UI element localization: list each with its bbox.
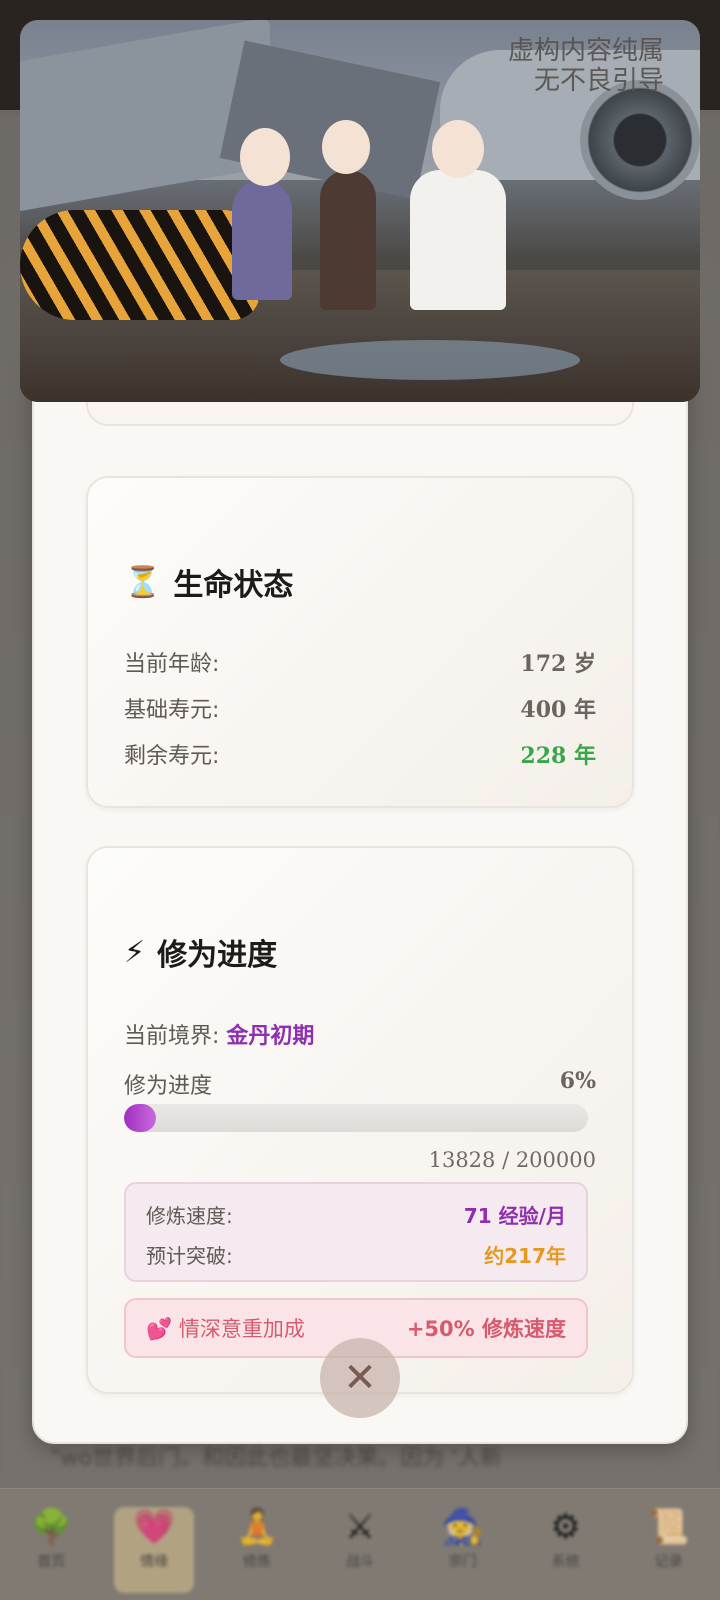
speed-label: 修炼速度:: [146, 1204, 233, 1228]
cultivation-card: ⚡ 修为进度 当前境界: 金丹初期 修为进度 6% 13828 / 200000…: [86, 846, 634, 1394]
bonus-label: 情深意重加成: [178, 1317, 305, 1341]
progress-header: 修为进度 6%: [124, 1068, 596, 1100]
cultivation-title: ⚡ 修为进度: [124, 930, 277, 974]
base-lifespan-value: 400 年: [520, 697, 596, 723]
realm-value: 金丹初期: [226, 1024, 315, 1049]
gear-icon: ⚙: [550, 1507, 581, 1547]
bonus-value: +50% 修炼速度: [406, 1317, 566, 1341]
tree-icon: 🌳: [30, 1507, 73, 1547]
progress-percent: 6%: [559, 1068, 596, 1094]
hearts-icon: 💕: [146, 1317, 173, 1341]
realm-line: 当前境界: 金丹初期: [124, 1018, 314, 1050]
nav-label: 宗门: [448, 1554, 477, 1570]
video-puddle: [280, 340, 580, 380]
nav-label: 系统: [551, 1554, 580, 1570]
progress-bar: [124, 1104, 588, 1132]
nav-item-battle[interactable]: ⚔ 战斗: [320, 1507, 400, 1571]
life-status-title-text: 生命状态: [173, 568, 294, 603]
nav-label: 记录: [654, 1554, 683, 1570]
life-status-title: ⏳ 生命状态: [124, 560, 293, 604]
remaining-lifespan-value: 228 年: [520, 743, 596, 769]
remaining-lifespan-label: 剩余寿元:: [124, 744, 220, 769]
nav-item-sect[interactable]: 🧙 宗门: [423, 1507, 503, 1571]
video-character: [232, 180, 292, 300]
close-icon: ✕: [343, 1355, 377, 1401]
speed-row: 修炼速度: 71 经验/月: [146, 1200, 566, 1229]
breakthrough-value: 约217年: [484, 1244, 566, 1268]
nav-label: 修炼: [243, 1554, 272, 1570]
scroll-icon: 📜: [647, 1507, 690, 1547]
person-icon: 🧘: [235, 1507, 279, 1547]
age-value: 172 岁: [520, 651, 596, 677]
watermark-line: 无不良引导: [533, 66, 664, 96]
video-player[interactable]: 虚构内容纯属 无不良引导: [20, 20, 700, 402]
video-beast: [20, 210, 260, 320]
nav-item-cultivate[interactable]: 🧘 修炼: [217, 1507, 297, 1571]
watermark-line: 虚构内容纯属: [507, 36, 664, 66]
cultivation-info-box: 修炼速度: 71 经验/月 预计突破: 约217年: [124, 1182, 588, 1282]
breakthrough-label: 预计突破:: [146, 1244, 233, 1268]
video-engine: [580, 80, 700, 200]
nav-label: 战斗: [345, 1554, 374, 1570]
speed-value: 71 经验/月: [463, 1204, 566, 1228]
nav-item-system[interactable]: ⚙ 系统: [526, 1507, 606, 1571]
background-story-text: “wo世界后门。和因此也最坚决果。因为 ‘人新: [50, 1446, 503, 1471]
lightning-icon: ⚡: [124, 934, 146, 970]
base-lifespan-label: 基础寿元:: [124, 698, 220, 723]
nav-item-home[interactable]: 🌳 首页: [11, 1507, 91, 1571]
status-modal: ⏳ 生命状态 当前年龄: 172 岁 基础寿元: 400 年 剩余寿元: 228…: [32, 330, 688, 1444]
cultivation-title-text: 修为进度: [157, 938, 278, 973]
hourglass-icon: ⏳: [124, 564, 162, 600]
nav-item-romance[interactable]: 💗 情缘: [114, 1507, 195, 1593]
video-character: [410, 170, 506, 310]
age-row: 当前年龄: 172 岁: [124, 646, 596, 678]
realm-label: 当前境界:: [124, 1024, 220, 1049]
breakthrough-row: 预计突破: 约217年: [146, 1240, 566, 1269]
bonus-left: 💕 情深意重加成: [146, 1313, 305, 1343]
heart-icon: 💗: [133, 1507, 176, 1547]
video-character-head: [322, 120, 370, 174]
bottom-nav: 🌳 首页 💗 情缘 🧘 修炼 ⚔ 战斗 🧙 宗门 ⚙ 系统 📜 记录: [0, 1488, 720, 1600]
base-lifespan-row: 基础寿元: 400 年: [124, 692, 596, 724]
video-character-head: [240, 128, 290, 186]
progress-label: 修为进度: [124, 1074, 213, 1099]
nav-item-records[interactable]: 📜 记录: [628, 1507, 708, 1571]
close-button[interactable]: ✕: [320, 1338, 400, 1418]
remaining-lifespan-row: 剩余寿元: 228 年: [124, 738, 596, 770]
wizard-icon: 🧙: [441, 1507, 484, 1547]
video-character: [320, 170, 376, 310]
age-label: 当前年龄:: [124, 652, 220, 677]
progress-bar-fill: [124, 1104, 157, 1132]
swords-icon: ⚔: [344, 1507, 376, 1547]
nav-label: 情缘: [140, 1554, 169, 1570]
video-watermark: 虚构内容纯属 无不良引导: [508, 36, 664, 96]
exp-text: 13828 / 200000: [428, 1148, 596, 1172]
nav-label: 首页: [37, 1554, 66, 1570]
life-status-card: ⏳ 生命状态 当前年龄: 172 岁 基础寿元: 400 年 剩余寿元: 228…: [86, 476, 634, 808]
video-character-head: [432, 120, 484, 178]
